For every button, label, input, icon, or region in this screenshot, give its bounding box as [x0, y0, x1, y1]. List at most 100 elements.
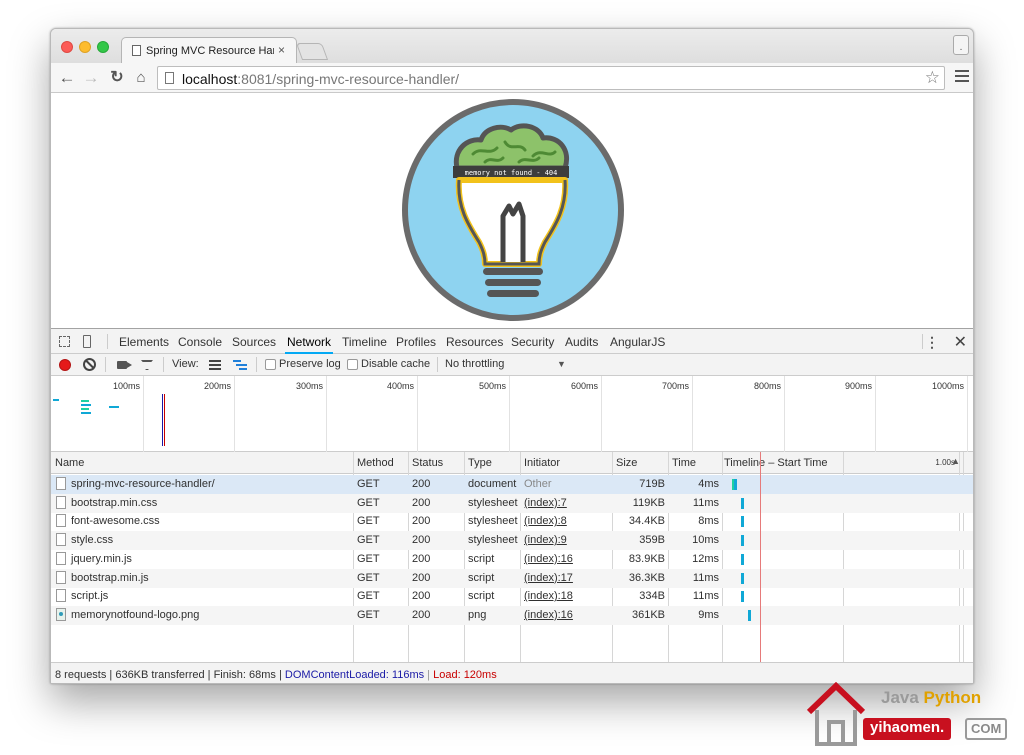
request-initiator[interactable]: (index):18	[524, 590, 573, 602]
url-text[interactable]: localhost:8081/spring-mvc-resource-handl…	[182, 71, 459, 87]
request-initiator[interactable]: (index):9	[524, 534, 567, 546]
throttling-select[interactable]: No throttling	[445, 358, 504, 370]
disable-cache-label[interactable]: Disable cache	[361, 358, 430, 370]
request-initiator[interactable]: (index):7	[524, 497, 567, 509]
memorynotfound-logo: memory not found - 404	[402, 99, 624, 321]
tab-audits[interactable]: Audits	[565, 335, 598, 349]
back-arrow-icon[interactable]: ←	[57, 68, 77, 88]
reload-icon[interactable]: ↻	[107, 68, 127, 88]
tab-resources[interactable]: Resources	[446, 335, 503, 349]
table-row[interactable]: script.js GET 200 script (index):18 334B 11ms	[51, 587, 973, 606]
profile-button[interactable]: .	[953, 35, 969, 55]
close-devtools-icon[interactable]: ✕	[954, 332, 967, 352]
table-row[interactable]: font-awesome.css GET 200 stylesheet (index):…	[51, 512, 973, 531]
tab-network[interactable]: Network	[284, 335, 334, 354]
request-time: 10ms	[692, 534, 719, 547]
divider	[256, 357, 257, 372]
overview-event-line	[162, 394, 163, 446]
document-icon	[56, 495, 66, 509]
overview-tick-label: 500ms	[478, 381, 506, 391]
request-name: jquery.min.js	[71, 552, 132, 565]
table-row[interactable]: spring-mvc-resource-handler/GET 200 docume…	[51, 475, 973, 494]
column-size[interactable]: Size	[616, 457, 637, 469]
request-size: 719B	[639, 478, 665, 490]
tab-close-icon[interactable]: ×	[278, 43, 285, 57]
chevron-down-icon[interactable]: ▼	[557, 359, 566, 369]
address-bar[interactable]: localhost:8081/spring-mvc-resource-handl…	[157, 66, 945, 90]
tab-console[interactable]: Console	[178, 335, 222, 349]
device-mode-icon[interactable]	[83, 335, 91, 348]
overview-request-bar	[81, 404, 91, 406]
bookmark-star-icon[interactable]: ☆	[925, 68, 940, 88]
overview-tick-label: 600ms	[570, 381, 598, 391]
divider	[105, 357, 106, 372]
forward-arrow-icon[interactable]: →	[81, 68, 101, 88]
preserve-log-checkbox[interactable]	[265, 359, 276, 370]
tab-elements[interactable]: Elements	[119, 335, 169, 349]
request-time: 11ms	[692, 571, 719, 584]
column-timeline[interactable]: Timeline – Start Time	[724, 457, 828, 469]
request-initiator[interactable]: (index):8	[524, 515, 567, 527]
overview-event-line	[164, 394, 165, 446]
menu-icon[interactable]	[955, 70, 969, 84]
table-row[interactable]: bootstrap.min.js GET 200 script (index):17 36…	[51, 568, 973, 588]
column-type[interactable]: Type	[468, 457, 492, 469]
request-initiator[interactable]: (index):16	[524, 609, 573, 621]
window-close-button[interactable]	[61, 41, 73, 53]
request-type: stylesheet	[468, 534, 518, 547]
request-time: 4ms	[698, 478, 719, 490]
table-row[interactable]: style.css GET 200 stylesheet (index):9 359B 10…	[51, 531, 973, 551]
timeline-bar	[741, 591, 744, 603]
tab-sources[interactable]: Sources	[232, 335, 276, 349]
window-minimize-button[interactable]	[79, 41, 91, 53]
page-viewport: memory not found - 404	[51, 93, 973, 329]
divider	[437, 357, 438, 372]
request-method: GET	[357, 515, 380, 528]
capture-screenshots-icon[interactable]	[117, 361, 132, 369]
new-tab-button[interactable]	[295, 43, 329, 60]
column-status[interactable]: Status	[412, 457, 443, 469]
filter-icon[interactable]	[141, 360, 153, 370]
clear-icon[interactable]	[83, 358, 96, 371]
timeline-bar	[741, 572, 744, 584]
column-time[interactable]: Time	[672, 457, 696, 469]
timeline-bar	[741, 497, 744, 509]
request-type: png	[468, 608, 487, 621]
tab-timeline[interactable]: Timeline	[342, 335, 387, 349]
page-icon	[132, 45, 141, 56]
timeline-bar	[741, 516, 744, 528]
browser-toolbar: ← → ↻ ⌂ localhost:8081/spring-mvc-resour…	[51, 63, 973, 93]
large-rows-icon[interactable]	[209, 360, 221, 370]
column-initiator[interactable]: Initiator	[524, 457, 560, 469]
column-method[interactable]: Method	[357, 457, 394, 469]
request-size: 36.3KB	[628, 571, 665, 584]
tab-security[interactable]: Security	[511, 335, 554, 349]
request-initiator[interactable]: (index):16	[524, 553, 573, 565]
overview-tick-label: 400ms	[386, 381, 414, 391]
column-name[interactable]: Name	[55, 457, 84, 469]
more-options-icon[interactable]: ⋮	[925, 334, 939, 351]
tab-angularjs[interactable]: AngularJS	[610, 335, 665, 349]
table-row[interactable]: bootstrap.min.css GET 200 stylesheet (index)…	[51, 493, 973, 513]
record-icon[interactable]	[59, 359, 71, 371]
watermark-tld: COM	[965, 718, 1008, 740]
table-row[interactable]: memorynotfound-logo.png GET 200 png (index):…	[51, 605, 973, 625]
request-method: GET	[357, 478, 380, 490]
disable-cache-checkbox[interactable]	[347, 359, 358, 370]
request-size: 119KB	[632, 496, 665, 509]
overview-tick-label: 300ms	[295, 381, 323, 391]
table-row[interactable]: jquery.min.js GET 200 script (index):16 83.9K…	[51, 550, 973, 569]
network-overview[interactable]: 100ms 200ms 300ms 400ms 500ms 600ms 700ms 800ms…	[51, 376, 973, 452]
request-name: font-awesome.css	[71, 515, 160, 528]
request-size: 361KB	[631, 608, 665, 621]
home-icon[interactable]: ⌂	[131, 68, 151, 88]
tab-profiles[interactable]: Profiles	[396, 335, 436, 349]
request-initiator[interactable]: (index):17	[524, 572, 573, 584]
window-maximize-button[interactable]	[97, 41, 109, 53]
request-status: 200	[412, 478, 431, 490]
browser-tab[interactable]: Spring MVC Resource Han ×	[121, 37, 297, 64]
inspect-element-icon[interactable]	[59, 336, 70, 347]
overview-icon[interactable]	[233, 360, 247, 370]
devtools-tab-bar: Elements Console Sources Network Timeline Pro…	[51, 329, 973, 354]
preserve-log-label[interactable]: Preserve log	[279, 358, 341, 370]
